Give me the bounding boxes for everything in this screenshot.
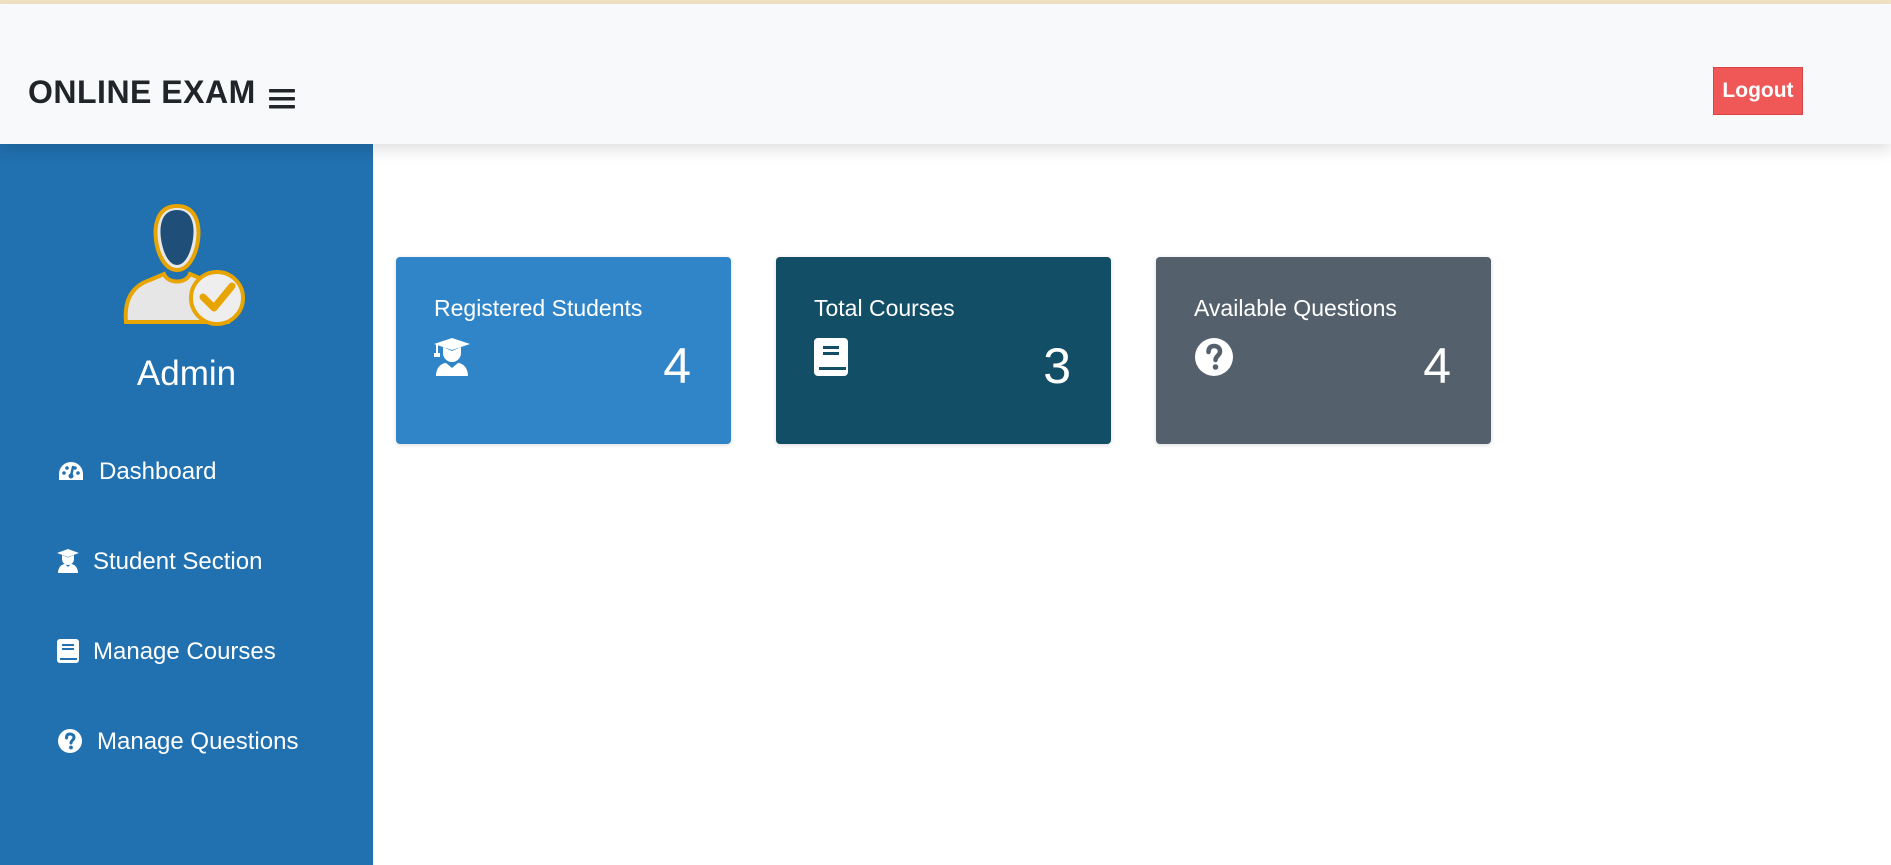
hamburger-menu-icon[interactable] <box>268 80 296 109</box>
card-registered-students[interactable]: Registered Students 4 <box>396 257 731 444</box>
card-label: Total Courses <box>814 295 955 321</box>
book-icon <box>57 638 79 666</box>
graduate-student-icon <box>57 548 79 576</box>
book-icon <box>814 337 854 377</box>
sidebar-item-dashboard[interactable]: Dashboard <box>57 452 216 492</box>
card-value: 4 <box>1423 338 1451 394</box>
dashboard-gauge-icon <box>57 458 85 486</box>
logout-button[interactable]: Logout <box>1713 67 1803 115</box>
sidebar-item-label: Dashboard <box>99 458 217 485</box>
sidebar-item-manage-courses[interactable]: Manage Courses <box>57 632 276 672</box>
sidebar-item-label: Manage Courses <box>93 638 276 665</box>
card-value: 4 <box>663 338 691 394</box>
card-label: Available Questions <box>1194 295 1397 321</box>
admin-user-check-icon <box>120 200 250 330</box>
brand: ONLINE EXAM <box>28 72 296 112</box>
sidebar-item-manage-questions[interactable]: Manage Questions <box>57 722 298 762</box>
question-circle-icon <box>57 728 83 756</box>
question-circle-icon <box>1194 337 1234 377</box>
graduate-student-icon <box>434 337 474 377</box>
card-value: 3 <box>1043 338 1071 394</box>
sidebar-item-label: Student Section <box>93 548 263 575</box>
sidebar-item-student-section[interactable]: Student Section <box>57 542 262 582</box>
card-total-courses[interactable]: Total Courses 3 <box>776 257 1111 444</box>
top-navbar: ONLINE EXAM Logout <box>0 4 1891 144</box>
admin-name: Admin <box>136 354 237 393</box>
sidebar: Admin Dashboard Student Section Manage C… <box>0 144 373 865</box>
sidebar-item-label: Manage Questions <box>97 728 299 755</box>
brand-title[interactable]: ONLINE EXAM <box>28 72 256 112</box>
card-label: Registered Students <box>434 295 643 321</box>
card-available-questions[interactable]: Available Questions 4 <box>1156 257 1491 444</box>
